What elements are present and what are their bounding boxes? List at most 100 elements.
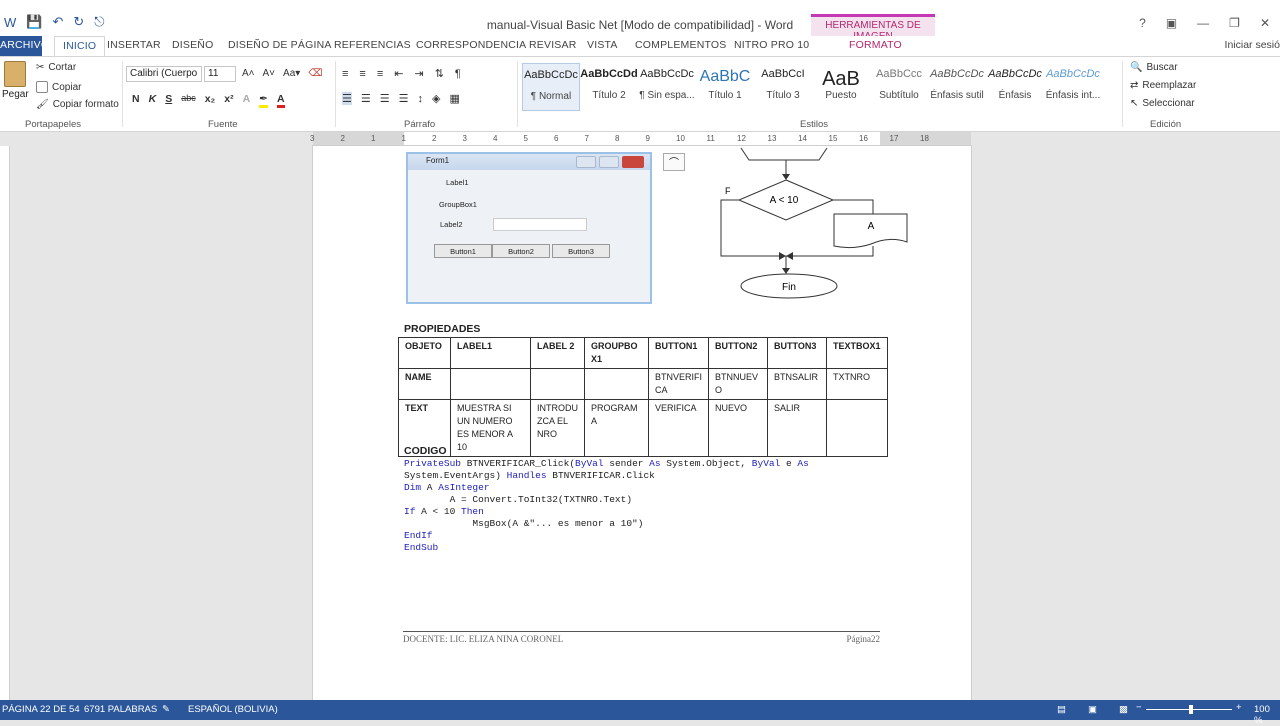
help-icon[interactable]: ? xyxy=(1139,16,1146,30)
style-titulo-2[interactable]: AaBbCcDd Título 2 xyxy=(580,63,638,111)
style-subtitulo[interactable]: AaBbCcc Subtítulo xyxy=(870,63,928,111)
tab-vista[interactable]: VISTA xyxy=(587,39,618,51)
ruler-number: 17 xyxy=(889,134,899,143)
style-sin-espaciado[interactable]: AaBbCcDc ¶ Sin espa... xyxy=(638,63,696,111)
zoom-in-icon[interactable]: + xyxy=(1236,702,1242,713)
zoom-slider-thumb[interactable] xyxy=(1189,705,1193,714)
status-page-count[interactable]: PÁGINA 22 DE 54 xyxy=(2,704,80,715)
borders-icon[interactable]: ▦ xyxy=(449,92,459,105)
tab-referencias[interactable]: REFERENCIAS xyxy=(334,39,411,51)
align-left-icon[interactable]: ☰ xyxy=(342,92,352,105)
style-name: Énfasis xyxy=(998,90,1032,101)
style-sample: AaB xyxy=(822,68,860,90)
align-right-icon[interactable]: ☰ xyxy=(380,92,390,105)
font-color-icon[interactable]: A xyxy=(276,93,285,108)
form-minimize-icon xyxy=(576,156,596,168)
font-name-combo[interactable]: Calibri (Cuerpo xyxy=(126,66,202,82)
italic-button[interactable]: K xyxy=(149,93,157,108)
text-effects-icon[interactable]: A xyxy=(243,93,251,108)
style-name: ¶ Normal xyxy=(530,91,572,102)
tab-insertar[interactable]: INSERTAR xyxy=(107,39,161,51)
strikethrough-button[interactable]: abc xyxy=(181,93,196,108)
form-screenshot-image[interactable]: Form1 Label1 GroupBox1 Label2 Button1 Bu… xyxy=(406,152,652,304)
bullets-icon[interactable]: ≡ xyxy=(342,68,348,80)
font-size-combo[interactable]: 11 xyxy=(204,66,236,82)
multilevel-icon[interactable]: ≡ xyxy=(377,68,383,80)
find-button[interactable]: 🔍 Buscar xyxy=(1130,62,1178,73)
style-puesto[interactable]: AaB Puesto xyxy=(812,63,870,111)
highlight-icon[interactable]: ✒ xyxy=(259,93,268,108)
tab-diseno[interactable]: DISEÑO xyxy=(172,39,213,51)
copy-button[interactable]: Copiar xyxy=(36,81,81,93)
subscript-button[interactable]: x₂ xyxy=(205,93,216,108)
style-titulo-1[interactable]: AaBbC Título 1 xyxy=(696,63,754,111)
zoom-level[interactable]: 100 % xyxy=(1254,704,1280,726)
select-button[interactable]: ↖ Seleccionar xyxy=(1130,98,1195,109)
ribbon-display-icon[interactable]: ▣ xyxy=(1166,16,1177,30)
tab-diseno-pagina[interactable]: DISEÑO DE PÁGINA xyxy=(228,39,332,51)
style-titulo-3[interactable]: AaBbCcI Título 3 xyxy=(754,63,812,111)
read-mode-icon[interactable]: ▤ xyxy=(1057,704,1066,715)
decrease-indent-icon[interactable]: ⇤ xyxy=(394,67,403,80)
code-block: PrivateSub BTNVERIFICAR_Click(ByVal send… xyxy=(404,458,809,554)
tab-inicio[interactable]: INICIO xyxy=(54,36,106,57)
format-painter-button[interactable]: 🖌 Copiar formato xyxy=(36,99,119,110)
pilcrow-icon[interactable]: ¶ xyxy=(455,68,461,80)
tab-correspondencia[interactable]: CORRESPONDENCIA xyxy=(416,39,526,51)
tab-complementos[interactable]: COMPLEMENTOS xyxy=(635,39,726,51)
underline-button[interactable]: S xyxy=(165,93,172,108)
align-center-icon[interactable]: ☰ xyxy=(361,92,371,105)
bold-button[interactable]: N xyxy=(132,93,140,108)
style-enfasis[interactable]: AaBbCcDc Énfasis xyxy=(986,63,1044,111)
increase-indent-icon[interactable]: ⇥ xyxy=(414,67,423,80)
tab-revisar[interactable]: REVISAR xyxy=(529,39,577,51)
tab-nitro-pro[interactable]: NITRO PRO 10 xyxy=(734,39,809,51)
code-line: EndIf xyxy=(404,530,433,541)
style-sample: AaBbCcDc xyxy=(988,68,1042,80)
superscript-button[interactable]: x² xyxy=(224,93,233,108)
flowchart-true-branch xyxy=(833,199,874,214)
document-page[interactable]: Form1 Label1 GroupBox1 Label2 Button1 Bu… xyxy=(313,146,971,700)
line-spacing-icon[interactable]: ↕ xyxy=(418,93,424,105)
style-normal[interactable]: AaBbCcDc ¶ Normal xyxy=(522,63,580,111)
clipboard-icon xyxy=(4,61,26,87)
style-enfasis-intenso[interactable]: AaBbCcDc Énfasis int... xyxy=(1044,63,1102,111)
tab-archivo[interactable]: ARCHIVO xyxy=(0,36,49,56)
print-layout-icon[interactable]: ▣ xyxy=(1088,704,1097,715)
tab-formato[interactable]: FORMATO xyxy=(849,39,902,51)
status-language[interactable]: ESPAÑOL (BOLIVIA) xyxy=(188,704,278,715)
justify-icon[interactable]: ☰ xyxy=(399,92,409,105)
minimize-icon[interactable]: — xyxy=(1197,16,1209,30)
group-label-editing: Edición xyxy=(1150,119,1182,130)
proofing-icon[interactable]: ✎ xyxy=(162,704,170,715)
close-icon[interactable]: ✕ xyxy=(1260,16,1270,30)
replace-button[interactable]: ⇄ Reemplazar xyxy=(1130,80,1196,91)
layout-options-icon[interactable]: ⌒ xyxy=(663,153,685,171)
status-word-count[interactable]: 6791 PALABRAS xyxy=(84,704,157,715)
restore-icon[interactable]: ❐ xyxy=(1229,16,1240,30)
table-cell: OBJETO xyxy=(398,337,451,369)
zoom-out-icon[interactable]: − xyxy=(1136,702,1142,713)
clear-format-icon[interactable]: ⌫ xyxy=(308,68,322,79)
table-cell xyxy=(450,368,531,400)
style-enfasis-sutil[interactable]: AaBbCcDc Énfasis sutil xyxy=(928,63,986,111)
ruler-number: 1 xyxy=(371,134,376,143)
ruler-margin-left xyxy=(313,132,404,145)
replace-label: Reemplazar xyxy=(1142,80,1197,91)
cut-button[interactable]: ✂ Cortar xyxy=(36,62,76,73)
shading-icon[interactable]: ◈ xyxy=(432,92,440,105)
sign-in-link[interactable]: Iniciar sesió xyxy=(1225,39,1280,51)
change-case-icon[interactable]: Aa▾ xyxy=(283,68,300,79)
ruler-number: 10 xyxy=(676,134,685,143)
numbering-icon[interactable]: ≡ xyxy=(359,68,365,80)
sort-icon[interactable]: ⇅ xyxy=(435,67,444,80)
web-layout-icon[interactable]: ▩ xyxy=(1119,704,1128,715)
vertical-ruler[interactable] xyxy=(0,146,10,700)
table-cell xyxy=(530,368,585,400)
paste-button[interactable]: Pegar xyxy=(2,61,29,100)
paragraph-row-1: ≡ ≡ ≡ ⇤ ⇥ ⇅ ¶ xyxy=(342,67,461,81)
table-cell: BTNNUEV O xyxy=(708,368,769,400)
horizontal-ruler[interactable]: 3 2 1 1 2 3 4 5 6 7 8 9 10 11 12 13 14 15 16 17 18 xyxy=(310,132,971,146)
shrink-font-icon[interactable]: A˅ xyxy=(263,68,276,79)
grow-font-icon[interactable]: A˄ xyxy=(242,68,255,79)
